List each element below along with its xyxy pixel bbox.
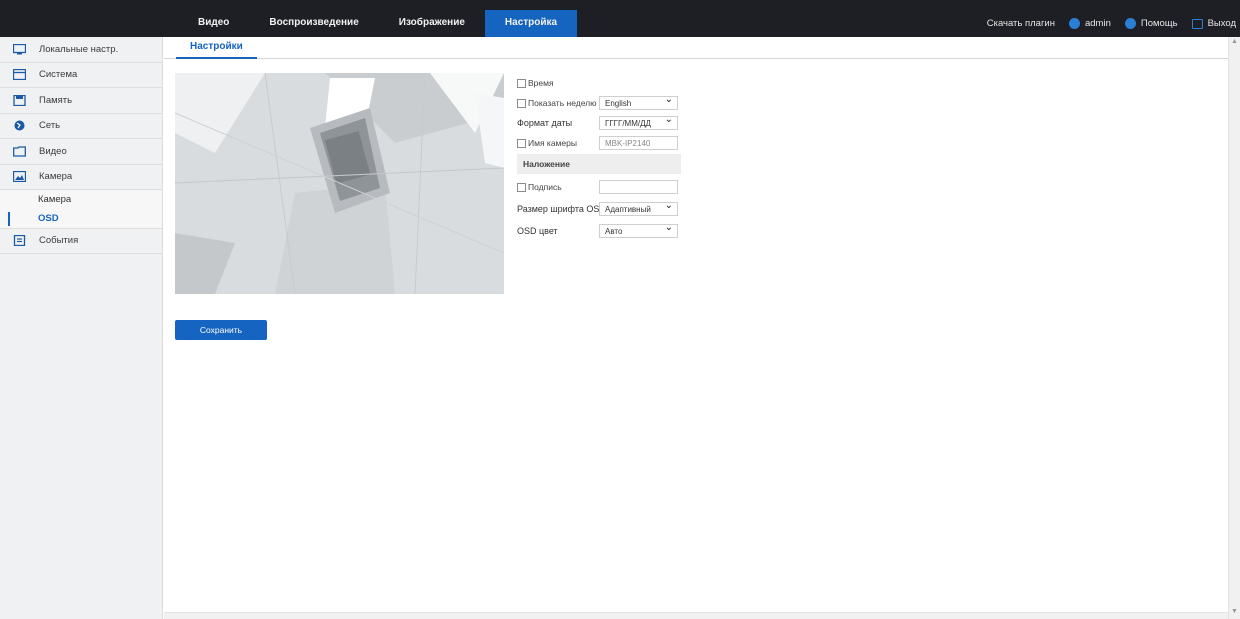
network-icon <box>14 120 25 131</box>
row-caption: Подпись <box>517 178 681 196</box>
video-icon <box>13 146 26 157</box>
help-icon <box>1124 18 1136 29</box>
logout-icon <box>1191 18 1203 29</box>
logout-link[interactable]: Выход <box>1191 18 1236 29</box>
help-label: Помощь <box>1140 18 1178 29</box>
logout-label: Выход <box>1207 18 1236 29</box>
sidebar-item-video[interactable]: Видео <box>0 139 162 165</box>
camera-name-option[interactable]: Имя камеры <box>517 138 577 148</box>
horizontal-scrollbar[interactable] <box>164 612 1228 619</box>
nav-image[interactable]: Изображение <box>379 10 485 37</box>
overlay-section-header: Наложение <box>517 154 681 174</box>
show-week-option[interactable]: Показать неделю <box>517 98 596 108</box>
sidebar-item-storage[interactable]: Память <box>0 88 162 114</box>
download-plugin-link[interactable]: Скачать плагин <box>987 18 1055 29</box>
sidebar-item-label: Камера <box>39 171 73 183</box>
sidebar-subitem-osd[interactable]: OSD <box>0 209 162 228</box>
storage-icon <box>13 94 26 106</box>
camera-view-image <box>175 73 504 294</box>
time-label: Время <box>528 78 554 88</box>
sidebar-item-network[interactable]: Сеть <box>0 114 162 139</box>
nav-video[interactable]: Видео <box>178 10 249 37</box>
tab-bar: Настройки <box>164 37 1240 59</box>
date-format-select[interactable]: ГГГГ/ММ/ДД <box>599 114 678 130</box>
week-language-select[interactable]: English <box>599 94 678 110</box>
camera-name-input[interactable]: MBK-IP2140 <box>599 136 678 150</box>
camera-name-label: Имя камеры <box>528 138 577 148</box>
show-week-checkbox[interactable] <box>517 98 526 108</box>
font-size-label: Размер шрифта OSD <box>517 204 606 214</box>
sidebar-item-system[interactable]: Система <box>0 63 162 88</box>
top-right-links: Скачать плагин admin Помощь Выход <box>973 10 1236 37</box>
scroll-up-icon[interactable]: ▲ <box>1231 38 1238 45</box>
row-show-week: Показать неделю English <box>517 94 681 112</box>
caption-option[interactable]: Подпись <box>517 182 562 192</box>
nav-playback[interactable]: Воспроизведение <box>249 10 378 37</box>
osd-settings-form: Время Показать неделю English Формат дат… <box>517 74 681 242</box>
date-format-label: Формат даты <box>517 118 573 128</box>
sidebar-item-camera[interactable]: Камера <box>0 165 162 190</box>
row-font-size: Размер шрифта OSD Адаптивный <box>517 200 681 218</box>
sidebar-item-label: Память <box>39 94 73 106</box>
vertical-scrollbar[interactable]: ▲ ▼ <box>1228 37 1240 619</box>
row-camera-name: Имя камеры MBK-IP2140 <box>517 134 681 152</box>
top-nav: Видео Воспроизведение Изображение Настро… <box>178 10 578 37</box>
time-option[interactable]: Время <box>517 78 554 88</box>
system-icon <box>13 69 26 81</box>
osd-color-label: OSD цвет <box>517 226 558 236</box>
sidebar-item-events[interactable]: События <box>0 228 162 254</box>
download-plugin-label: Скачать плагин <box>986 18 1055 29</box>
scroll-down-icon[interactable]: ▼ <box>1231 608 1238 615</box>
help-link[interactable]: Помощь <box>1124 18 1178 29</box>
camera-icon <box>13 171 26 183</box>
user-icon <box>1068 18 1080 29</box>
tab-settings[interactable]: Настройки <box>176 37 257 59</box>
osd-color-select[interactable]: Авто <box>599 222 678 238</box>
camera-name-checkbox[interactable] <box>517 138 526 148</box>
row-osd-color: OSD цвет Авто <box>517 222 681 240</box>
video-preview <box>175 73 504 294</box>
sidebar-item-label: Видео <box>39 145 67 157</box>
font-size-select[interactable]: Адаптивный <box>599 200 678 216</box>
sidebar: Локальные настр. Система Память Сеть Вид… <box>0 37 163 619</box>
sidebar-item-local[interactable]: Локальные настр. <box>0 37 162 63</box>
caption-checkbox[interactable] <box>517 182 526 192</box>
sidebar-subitem-camera[interactable]: Камера <box>0 190 162 209</box>
show-week-label: Показать неделю <box>528 98 597 108</box>
monitor-icon <box>13 43 26 55</box>
sidebar-item-label: Система <box>39 69 78 81</box>
caption-label: Подпись <box>528 182 562 192</box>
nav-settings[interactable]: Настройка <box>484 10 578 37</box>
sidebar-item-label: Локальные настр. <box>39 43 119 55</box>
save-button[interactable]: Сохранить <box>175 320 267 340</box>
row-time: Время <box>517 74 681 92</box>
top-bar: Видео Воспроизведение Изображение Настро… <box>0 0 1240 37</box>
sidebar-item-label: События <box>39 235 79 247</box>
events-icon <box>13 235 26 247</box>
username-label: admin <box>1084 18 1111 29</box>
row-date-format: Формат даты ГГГГ/ММ/ДД <box>517 114 681 132</box>
user-menu[interactable]: admin <box>1068 18 1111 29</box>
time-checkbox[interactable] <box>517 78 526 88</box>
caption-input[interactable] <box>599 180 678 194</box>
sidebar-item-label: Сеть <box>39 120 61 132</box>
